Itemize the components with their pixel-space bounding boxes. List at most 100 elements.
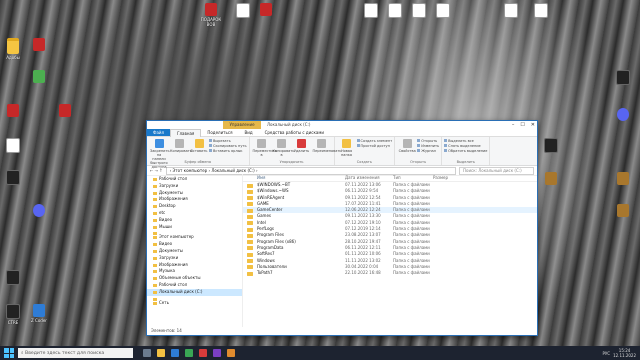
ribbon-small-button[interactable]: Журнал: [417, 149, 439, 154]
tree-item[interactable]: Локальный диск (C:): [147, 288, 242, 296]
desktop-icon[interactable]: [530, 3, 552, 19]
column-header[interactable]: Имя: [243, 174, 345, 181]
desktop-icon[interactable]: [612, 70, 634, 86]
app-icon: [617, 204, 629, 217]
tree-item[interactable]: Видео: [147, 217, 242, 224]
desktop-icon[interactable]: [360, 3, 382, 19]
app-icon: [617, 108, 629, 121]
desktop-icon[interactable]: [612, 204, 634, 218]
tree-item[interactable]: Видео: [147, 241, 242, 248]
ribbon-button[interactable]: Новая папка: [338, 139, 356, 157]
ribbon-small-button[interactable]: Обратить выделение: [444, 149, 487, 154]
tree-item[interactable]: Документы: [147, 248, 242, 255]
language-indicator[interactable]: РУС: [602, 351, 610, 356]
ribbon-button[interactable]: Переместить в: [253, 139, 277, 157]
taskbar-app-icon[interactable]: [185, 349, 193, 357]
ribbon-tab[interactable]: Главная: [170, 128, 202, 137]
tree-item[interactable]: etc: [147, 210, 242, 217]
desktop-icon[interactable]: [2, 104, 24, 118]
file-name: ToPath7: [243, 270, 345, 276]
ribbon-group: Новая папка Создать элемент Простой доступ…: [335, 137, 396, 165]
desktop-icon[interactable]: [28, 70, 50, 84]
system-tray: РУС 15:24 12.11.2022: [602, 346, 636, 360]
navigation-pane: Рабочий стол Загрузки Документы Изображения…: [147, 174, 243, 327]
ribbon-button[interactable]: Удалить: [293, 139, 311, 153]
column-header[interactable]: Размер: [433, 174, 463, 181]
desktop-icon[interactable]: [500, 3, 522, 19]
desktop-icon[interactable]: [28, 38, 50, 52]
desktop-icon[interactable]: [255, 3, 277, 17]
tree-item[interactable]: Рабочий стол: [147, 282, 242, 289]
tree-item[interactable]: Изображения: [147, 262, 242, 269]
start-button[interactable]: [4, 348, 14, 358]
ribbon-button[interactable]: Копировать в: [273, 139, 294, 157]
file-explorer-window: Управление Локальный диск (C:) – ☐ ✕ Фай…: [146, 120, 538, 336]
ribbon-button[interactable]: Закрепить на панели быстрого доступа: [150, 139, 170, 169]
ribbon-tab[interactable]: Вид: [238, 129, 258, 136]
taskbar-app-icon[interactable]: [213, 349, 221, 357]
ribbon-small-button[interactable]: Вставить ярлык: [209, 149, 247, 154]
desktop-icon[interactable]: ПОДАРОК ВОВ: [200, 3, 222, 27]
maximize-button[interactable]: ☐: [520, 121, 524, 129]
status-bar: Элементов: 14: [151, 328, 182, 333]
file-row[interactable]: ToPath7 22.10.2022 16:48 Папка с файлами: [243, 270, 537, 276]
minimize-button[interactable]: –: [512, 121, 515, 129]
ribbon-tab[interactable]: Файл: [147, 129, 171, 136]
ribbon-tabs: Файл Главная Поделиться Вид Средства работы …: [147, 128, 537, 137]
tree-item[interactable]: Загрузки: [147, 255, 242, 262]
desktop-icon[interactable]: [2, 170, 24, 186]
taskbar-search[interactable]: ⌕ Введите здесь текст для поиска: [18, 348, 133, 358]
desktop-icon[interactable]: CTRE: [2, 304, 24, 325]
ribbon-button[interactable]: Вставить: [190, 139, 208, 153]
tree-item[interactable]: Объемные объекты: [147, 275, 242, 282]
ribbon-button[interactable]: Переименовать: [313, 139, 341, 153]
app-icon: [33, 204, 45, 217]
context-tab-manage[interactable]: Управление: [223, 121, 261, 129]
file-icon: [388, 3, 402, 18]
tree-item[interactable]: Сеть: [147, 300, 242, 307]
tree-item[interactable]: Мыши: [147, 224, 242, 231]
taskbar-app-icon[interactable]: [199, 349, 207, 357]
desktop-icon[interactable]: [612, 108, 634, 122]
ribbon-button[interactable]: Свойства: [398, 139, 416, 153]
taskbar-app-icon[interactable]: [171, 349, 179, 357]
column-header[interactable]: Тип: [393, 174, 433, 181]
desktop-icon[interactable]: [2, 270, 24, 286]
ribbon-button-icon: [154, 139, 164, 148]
tree-item[interactable]: Документы: [147, 190, 242, 197]
taskbar-app-icon[interactable]: [157, 349, 165, 357]
desktop-icon[interactable]: [28, 204, 50, 218]
desktop-icon[interactable]: [2, 138, 24, 154]
column-header[interactable]: Дата изменения: [345, 174, 393, 181]
file-type: Папка с файлами: [393, 270, 430, 276]
desktop-icon[interactable]: [408, 3, 430, 19]
ribbon-small-button[interactable]: Простой доступ: [357, 144, 393, 149]
ribbon-tab[interactable]: Поделиться: [201, 129, 238, 136]
clock[interactable]: 15:24 12.11.2022: [613, 348, 636, 358]
desktop-icon[interactable]: [540, 138, 562, 154]
desktop-icon[interactable]: Z Coder: [28, 304, 50, 323]
tree-item[interactable]: Музыка: [147, 268, 242, 275]
app-icon: [59, 104, 71, 117]
tree-item[interactable]: Desktop: [147, 203, 242, 210]
close-button[interactable]: ✕: [531, 121, 535, 129]
ribbon-small-buttons: Вырезать Скопировать путь Вставить ярлык: [209, 139, 247, 154]
desktop-icon[interactable]: [432, 3, 454, 19]
tree-item[interactable]: Изображения: [147, 196, 242, 203]
tree-item[interactable]: Рабочий стол: [147, 176, 242, 183]
ribbon-tab[interactable]: Средства работы с дисками: [259, 129, 330, 136]
tree-item[interactable]: Этот компьютер: [147, 234, 242, 241]
desktop-icon[interactable]: [612, 172, 634, 186]
taskbar-app-icon[interactable]: [227, 349, 235, 357]
title-bar[interactable]: Управление Локальный диск (C:) – ☐ ✕: [147, 121, 537, 129]
ribbon-button[interactable]: Копировать: [170, 139, 192, 153]
desktop-icon[interactable]: [232, 3, 254, 19]
taskbar-app-icon[interactable]: [143, 349, 151, 357]
desktop-icon[interactable]: [384, 3, 406, 19]
ribbon-button-icon: [402, 139, 412, 148]
desktop-icon[interactable]: Адобы: [2, 38, 24, 60]
desktop-icon[interactable]: [540, 172, 562, 186]
tree-item[interactable]: Загрузки: [147, 183, 242, 190]
app-icon: [617, 172, 629, 185]
desktop-icon[interactable]: [54, 104, 76, 118]
